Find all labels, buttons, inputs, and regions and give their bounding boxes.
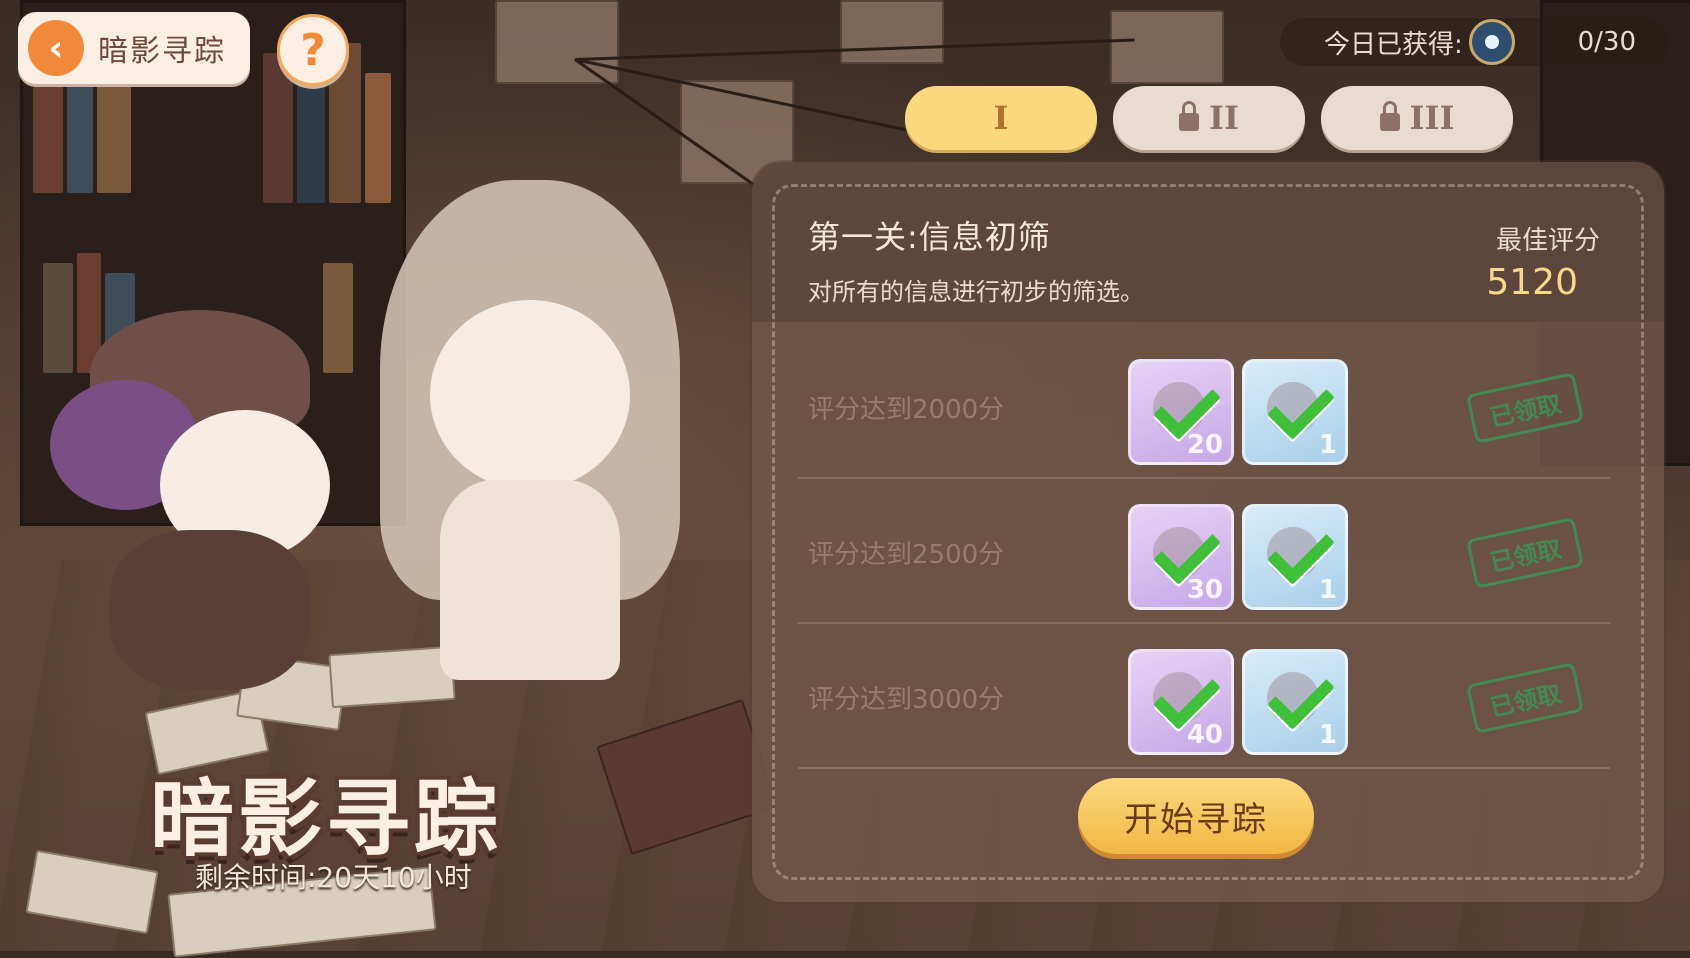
tier-condition: 评分达到2500分 (808, 540, 1005, 570)
reward-item[interactable]: 1 (1242, 359, 1348, 465)
best-score-label: 最佳评分 (1495, 226, 1600, 256)
reward-tier-row: 评分达到2500分 30 1 已领取 (798, 482, 1610, 624)
start-tracking-button[interactable]: 开始寻踪 (1078, 778, 1314, 854)
stage-title: 第一关:信息初筛 (808, 218, 1051, 256)
tab-label: III (1409, 99, 1455, 137)
stage-description: 对所有的信息进行初步的筛选。 (808, 278, 1144, 306)
eye-token-icon (1468, 19, 1515, 65)
detective-character (50, 280, 330, 700)
daily-label: 今日已获得: (1324, 29, 1463, 60)
reward-quantity: 40 (1186, 720, 1223, 750)
remaining-time: 剩余时间:20天10小时 (195, 861, 472, 894)
reward-quantity: 1 (1318, 720, 1337, 750)
daily-value: 0/30 (1577, 27, 1636, 57)
back-arrow-icon: ‹ (28, 20, 84, 76)
daily-reward-counter: 今日已获得: 0/30 (1280, 18, 1670, 66)
reward-quantity: 30 (1186, 575, 1223, 605)
reward-quantity: 1 (1318, 430, 1337, 460)
book (97, 83, 131, 193)
book (33, 73, 63, 193)
reward-quantity: 20 (1186, 430, 1223, 460)
tab-label: I (993, 99, 1009, 137)
reward-item[interactable]: 30 (1128, 504, 1234, 610)
girl-face (430, 300, 630, 490)
claimed-stamp: 已领取 (1466, 662, 1584, 734)
girl-character (360, 180, 700, 700)
claimed-stamp: 已领取 (1466, 372, 1584, 444)
back-button[interactable]: ‹ 暗影寻踪 (18, 12, 250, 84)
lock-icon (1179, 101, 1200, 131)
tier-condition: 评分达到3000分 (808, 685, 1005, 715)
tab-stage-1[interactable]: I (905, 86, 1097, 150)
reward-item[interactable]: 20 (1128, 359, 1234, 465)
lock-icon (1379, 101, 1400, 131)
reward-tier-row: 评分达到3000分 40 1 已领取 (798, 627, 1610, 769)
tier-condition: 评分达到2000分 (808, 395, 1005, 425)
reward-item[interactable]: 1 (1242, 504, 1348, 610)
pinned-note (1110, 10, 1224, 84)
pinned-note (495, 0, 619, 84)
reward-quantity: 1 (1318, 575, 1337, 605)
help-icon: ? (300, 24, 326, 76)
back-title: 暗影寻踪 (98, 34, 226, 69)
reward-tier-row: 评分达到2000分 20 1 已领取 (798, 337, 1610, 479)
tab-stage-3[interactable]: III (1321, 86, 1513, 150)
reward-item[interactable]: 40 (1128, 649, 1234, 755)
tab-label: II (1209, 99, 1239, 137)
start-button-label: 开始寻踪 (1124, 799, 1268, 840)
tab-stage-2[interactable]: II (1113, 86, 1305, 150)
claimed-stamp: 已领取 (1466, 517, 1584, 589)
reward-item[interactable]: 1 (1242, 649, 1348, 755)
best-score-value: 5120 (1486, 262, 1578, 303)
girl-dress (440, 480, 620, 680)
pinned-note (840, 0, 944, 64)
help-button[interactable]: ? (277, 14, 349, 86)
event-logo: 暗影寻踪 (150, 770, 503, 868)
detective-body (110, 530, 310, 690)
